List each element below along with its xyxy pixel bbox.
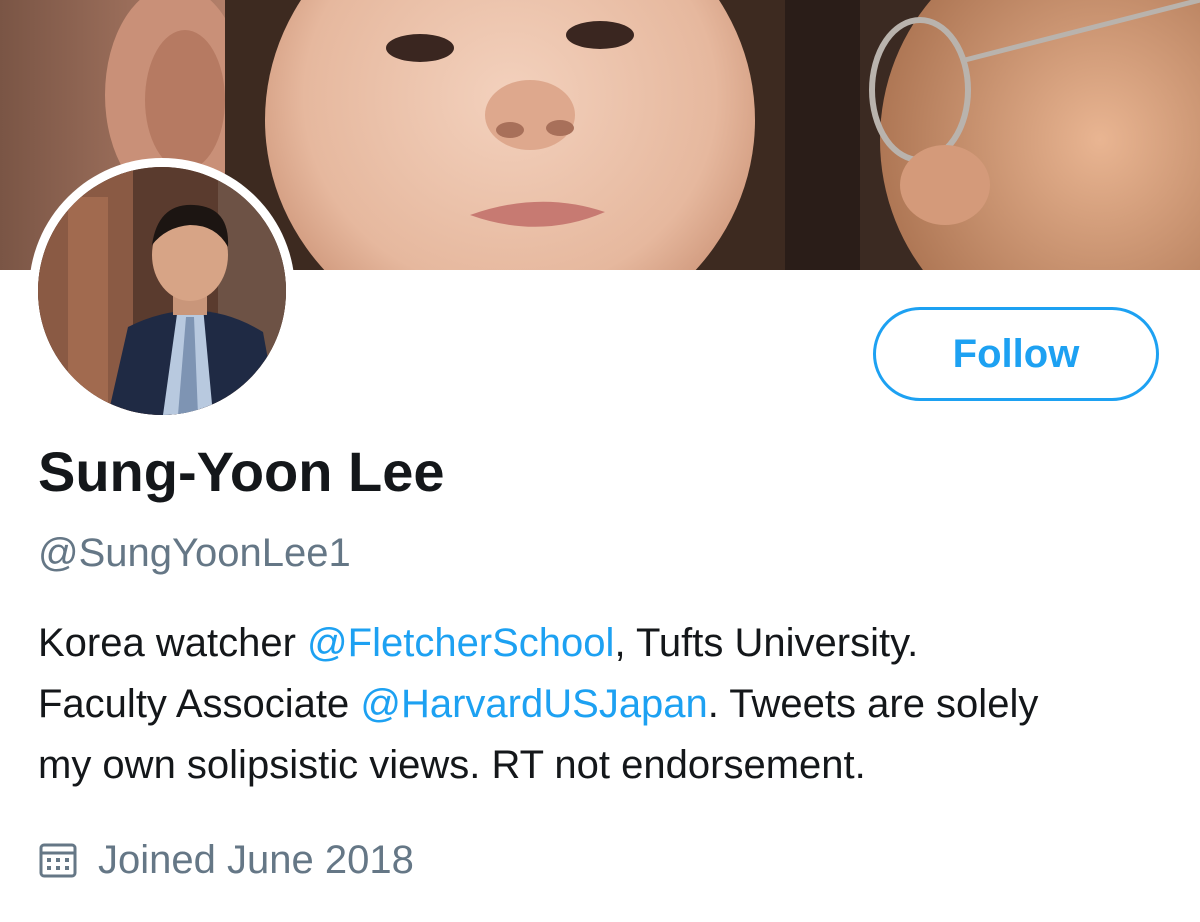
joined-date: Joined June 2018 [38,835,414,885]
bio-text: . Tweets are solely [707,682,1039,726]
profile-avatar[interactable] [29,158,295,424]
follow-button[interactable]: Follow [873,307,1159,401]
bio-line: my own solipsistic views. RT not endorse… [38,743,866,787]
joined-date-text: Joined June 2018 [98,838,414,882]
calendar-icon [38,840,78,880]
bio-text: Korea watcher [38,621,308,665]
profile-page: Follow Sung-Yoon Lee @SungYoonLee1 Korea… [0,0,1200,922]
profile-bio: Korea watcher @FletcherSchool, Tufts Uni… [38,613,1178,796]
bio-line: Korea watcher @FletcherSchool, Tufts Uni… [38,613,1178,674]
display-name: Sung-Yoon Lee [38,440,445,503]
bio-line: Faculty Associate @HarvardUSJapan. Tweet… [38,674,1178,735]
avatar-photo [38,167,286,415]
username-handle: @SungYoonLee1 [38,531,351,575]
mention-link-harvardusjapan[interactable]: @HarvardUSJapan [360,682,707,726]
bio-text: , Tufts University. [614,621,919,665]
mention-link-fletcherschool[interactable]: @FletcherSchool [307,621,614,665]
bio-text: Faculty Associate [38,682,361,726]
